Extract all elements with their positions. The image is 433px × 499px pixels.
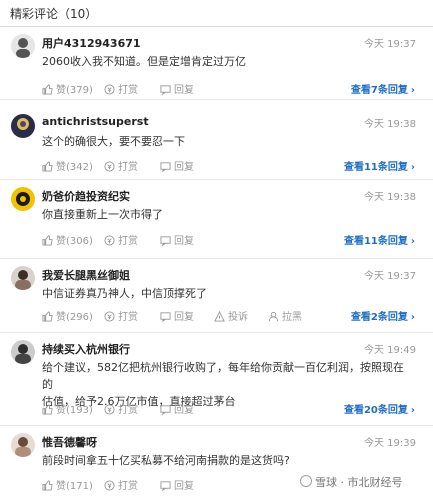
- reply-button[interactable]: 回复: [160, 232, 194, 247]
- avatar[interactable]: [11, 433, 35, 457]
- snowball-logo-icon: [300, 475, 312, 487]
- thumbs-up-icon: [42, 404, 53, 415]
- comments-header: 精彩评论（10）: [0, 0, 433, 27]
- watermark: 雪球 · 市北财经号: [300, 474, 403, 490]
- comment-time: 今天 19:38: [364, 192, 416, 203]
- chevron-right-icon: ›: [410, 162, 415, 173]
- comment-item: 持续买入杭州银行 今天 19:49 给个建议，582亿把杭州银行收购了，每年给你…: [0, 333, 433, 426]
- comment-item: antichristsuperst 今天 19:38 这个的确很大，要不要忍一下…: [0, 107, 433, 180]
- view-replies-link[interactable]: 查看11条回复 ›: [344, 232, 415, 247]
- chevron-right-icon: ›: [410, 312, 415, 323]
- like-button[interactable]: 赞(379): [42, 81, 93, 96]
- comment-text: 你直接重新上一次市得了: [42, 208, 163, 221]
- tip-button[interactable]: 打赏: [104, 401, 138, 416]
- thumbs-up-icon: [42, 161, 53, 172]
- comment-icon: [160, 312, 171, 323]
- coin-icon: [104, 480, 115, 491]
- comment-text: 中信证券真乃神人，中信顶撑死了: [42, 287, 207, 300]
- chevron-right-icon: ›: [410, 85, 415, 96]
- tip-button[interactable]: 打赏: [104, 232, 138, 247]
- tip-button[interactable]: 打赏: [104, 81, 138, 96]
- comment-text: 前段时间拿五十亿买私募不给河南捐款的是这货吗?: [42, 454, 290, 467]
- like-button[interactable]: 赞(296): [42, 308, 93, 323]
- reply-button[interactable]: 回复: [160, 308, 194, 323]
- chevron-right-icon: ›: [410, 405, 415, 416]
- view-replies-link[interactable]: 查看2条回复 ›: [351, 308, 415, 323]
- comment-item: 奶爸价趋投资纪实 今天 19:38 你直接重新上一次市得了 赞(306) 打赏 …: [0, 180, 433, 259]
- comment-text: 2060收入我不知道。但是定增肯定过万亿: [42, 55, 246, 68]
- comment-username[interactable]: antichristsuperst: [42, 115, 149, 128]
- comment-text: 这个的确很大，要不要忍一下: [42, 135, 185, 148]
- comment-icon: [160, 162, 171, 173]
- thumbs-up-icon: [42, 311, 53, 322]
- comment-username[interactable]: 惟吾德馨呀: [42, 434, 97, 450]
- avatar[interactable]: [11, 34, 35, 58]
- avatar[interactable]: [11, 340, 35, 364]
- comment-icon: [160, 481, 171, 492]
- tip-button[interactable]: 打赏: [104, 308, 138, 323]
- comment-time: 今天 19:37: [364, 39, 416, 50]
- comment-icon: [160, 236, 171, 247]
- comment-time: 今天 19:49: [364, 345, 416, 356]
- coin-icon: [104, 84, 115, 95]
- avatar[interactable]: [11, 114, 35, 138]
- report-button[interactable]: 投诉: [214, 308, 248, 323]
- reply-button[interactable]: 回复: [160, 401, 194, 416]
- chevron-right-icon: ›: [410, 236, 415, 247]
- tip-button[interactable]: 打赏: [104, 477, 138, 492]
- avatar[interactable]: [11, 187, 35, 211]
- reply-button[interactable]: 回复: [160, 158, 194, 173]
- comment-icon: [160, 85, 171, 96]
- tip-button[interactable]: 打赏: [104, 158, 138, 173]
- thumbs-up-icon: [42, 480, 53, 491]
- coin-icon: [104, 404, 115, 415]
- comment-username[interactable]: 用户4312943671: [42, 35, 141, 51]
- comment-username[interactable]: 持续买入杭州银行: [42, 341, 130, 357]
- comment-username[interactable]: 奶爸价趋投资纪实: [42, 188, 130, 204]
- like-button[interactable]: 赞(342): [42, 158, 93, 173]
- thumbs-up-icon: [42, 84, 53, 95]
- reply-button[interactable]: 回复: [160, 81, 194, 96]
- like-button[interactable]: 赞(171): [42, 477, 93, 492]
- comment-time: 今天 19:38: [364, 119, 416, 130]
- coin-icon: [104, 161, 115, 172]
- view-replies-link[interactable]: 查看20条回复 ›: [344, 401, 415, 416]
- comment-time: 今天 19:39: [364, 438, 416, 449]
- comment-username[interactable]: 我爱长腿黑丝御姐: [42, 267, 130, 283]
- thumbs-up-icon: [42, 235, 53, 246]
- warning-icon: [214, 310, 225, 322]
- view-replies-link[interactable]: 查看11条回复 ›: [344, 158, 415, 173]
- view-replies-link[interactable]: 查看7条回复 ›: [351, 81, 415, 96]
- block-user-icon: [268, 311, 279, 322]
- coin-icon: [104, 235, 115, 246]
- like-button[interactable]: 赞(306): [42, 232, 93, 247]
- comment-item: 我爱长腿黑丝御姐 今天 19:37 中信证券真乃神人，中信顶撑死了 赞(296)…: [0, 259, 433, 333]
- like-button[interactable]: 赞(193): [42, 401, 93, 416]
- comment-item: 用户4312943671 今天 19:37 2060收入我不知道。但是定增肯定过…: [0, 27, 433, 100]
- comment-icon: [160, 405, 171, 416]
- comments-title: 精彩评论（10）: [10, 7, 98, 21]
- reply-button[interactable]: 回复: [160, 477, 194, 492]
- avatar[interactable]: [11, 266, 35, 290]
- comment-time: 今天 19:37: [364, 271, 416, 282]
- coin-icon: [104, 311, 115, 322]
- block-button[interactable]: 拉黑: [268, 308, 302, 323]
